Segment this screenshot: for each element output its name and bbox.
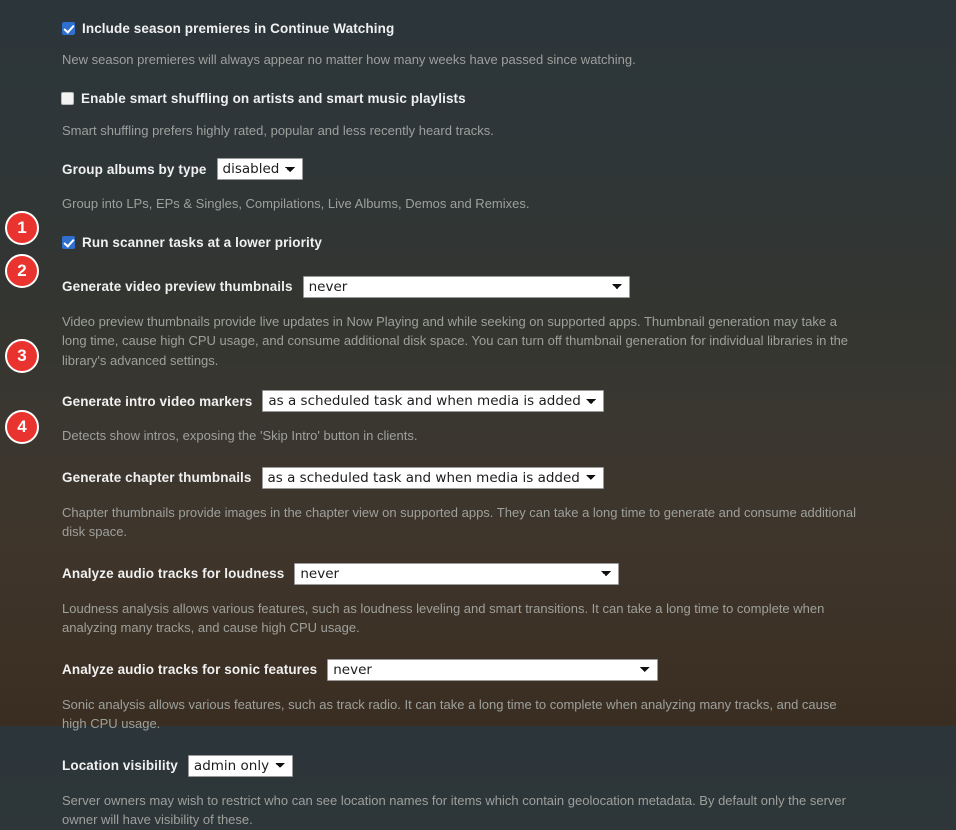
- analyze-audio-sonic-features-select[interactable]: never as a scheduled task as a scheduled…: [327, 658, 659, 681]
- generate-chapter-thumbnails-description: Chapter thumbnails provide images in the…: [62, 504, 856, 540]
- setting-analyze-audio-loudness: Analyze audio tracks for loudness never …: [0, 561, 956, 638]
- annotation-badge-2: 2: [5, 254, 39, 288]
- generate-video-preview-thumbnails-description: Video preview thumbnails provide live up…: [62, 313, 849, 368]
- analyze-audio-sonic-features-row: Analyze audio tracks for sonic features …: [0, 657, 956, 683]
- generate-chapter-thumbnails-select[interactable]: never as a scheduled task as a scheduled…: [261, 466, 604, 489]
- setting-analyze-audio-sonic-features: Analyze audio tracks for sonic features …: [0, 657, 956, 734]
- analyze-audio-loudness-select[interactable]: never as a scheduled task as a scheduled…: [294, 562, 620, 585]
- annotation-badge-3: 3: [5, 339, 39, 373]
- location-visibility-label: Location visibility: [62, 758, 178, 773]
- annotation-badge-1: 1: [5, 211, 39, 245]
- setting-generate-intro-video-markers: Generate intro video markers never as a …: [0, 388, 956, 446]
- setting-enable-smart-shuffling: Enable smart shuffling on artists and sm…: [0, 88, 956, 141]
- location-visibility-select[interactable]: admin only everyone: [187, 754, 293, 777]
- setting-generate-video-preview-thumbnails: Generate video preview thumbnails never …: [0, 274, 956, 371]
- setting-include-season-premieres: Include season premieres in Continue Wat…: [0, 17, 956, 70]
- enable-smart-shuffling-row[interactable]: Enable smart shuffling on artists and sm…: [0, 88, 956, 110]
- run-scanner-tasks-row[interactable]: Run scanner tasks at a lower priority: [0, 232, 956, 254]
- setting-location-visibility: Location visibility admin only everyone …: [0, 753, 956, 830]
- location-visibility-description: Server owners may wish to restrict who c…: [62, 792, 846, 828]
- analyze-audio-loudness-row: Analyze audio tracks for loudness never …: [0, 561, 956, 587]
- group-albums-by-type-description: Group into LPs, EPs & Singles, Compilati…: [62, 196, 530, 211]
- run-scanner-tasks-label: Run scanner tasks at a lower priority: [82, 235, 323, 250]
- generate-intro-video-markers-select[interactable]: never as a scheduled task as a scheduled…: [262, 390, 605, 412]
- setting-run-scanner-tasks: Run scanner tasks at a lower priority: [0, 232, 956, 254]
- group-albums-by-type-label: Group albums by type: [62, 161, 207, 177]
- generate-video-preview-thumbnails-label: Generate video preview thumbnails: [62, 279, 293, 294]
- generate-video-preview-thumbnails-row: Generate video preview thumbnails never …: [0, 274, 956, 300]
- analyze-audio-loudness-label: Analyze audio tracks for loudness: [62, 566, 285, 581]
- checkbox-checked-icon[interactable]: [62, 236, 75, 249]
- generate-chapter-thumbnails-label: Generate chapter thumbnails: [62, 470, 252, 485]
- include-season-premieres-label: Include season premieres in Continue Wat…: [82, 20, 395, 36]
- analyze-audio-sonic-features-label: Analyze audio tracks for sonic features: [62, 662, 318, 677]
- include-season-premieres-description: New season premieres will always appear …: [62, 52, 636, 67]
- group-albums-by-type-select[interactable]: disabled enabled: [216, 158, 303, 180]
- generate-chapter-thumbnails-row: Generate chapter thumbnails never as a s…: [0, 465, 956, 491]
- setting-generate-chapter-thumbnails: Generate chapter thumbnails never as a s…: [0, 465, 956, 542]
- location-visibility-row: Location visibility admin only everyone: [0, 753, 956, 779]
- generate-video-preview-thumbnails-select[interactable]: never as a scheduled task as a scheduled…: [302, 275, 630, 298]
- generate-intro-video-markers-description: Detects show intros, exposing the 'Skip …: [62, 428, 418, 443]
- generate-intro-video-markers-label: Generate intro video markers: [62, 393, 253, 409]
- enable-smart-shuffling-description: Smart shuffling prefers highly rated, po…: [62, 122, 494, 138]
- include-season-premieres-row[interactable]: Include season premieres in Continue Wat…: [0, 17, 956, 39]
- annotation-badge-4: 4: [5, 410, 39, 444]
- generate-intro-video-markers-row: Generate intro video markers never as a …: [0, 388, 956, 414]
- enable-smart-shuffling-label: Enable smart shuffling on artists and sm…: [81, 91, 466, 106]
- group-albums-by-type-row: Group albums by type disabled enabled: [0, 156, 956, 182]
- settings-page: 1 2 3 4 Include season premieres in Cont…: [0, 0, 956, 827]
- checkbox-checked-icon[interactable]: [62, 21, 75, 35]
- analyze-audio-sonic-features-description: Sonic analysis allows various features, …: [62, 696, 837, 732]
- settings-list: Include season premieres in Continue Wat…: [0, 0, 956, 830]
- checkbox-unchecked-icon[interactable]: [61, 92, 74, 105]
- setting-group-albums-by-type: Group albums by type disabled enabled Gr…: [0, 156, 956, 214]
- analyze-audio-loudness-description: Loudness analysis allows various feature…: [62, 600, 825, 636]
